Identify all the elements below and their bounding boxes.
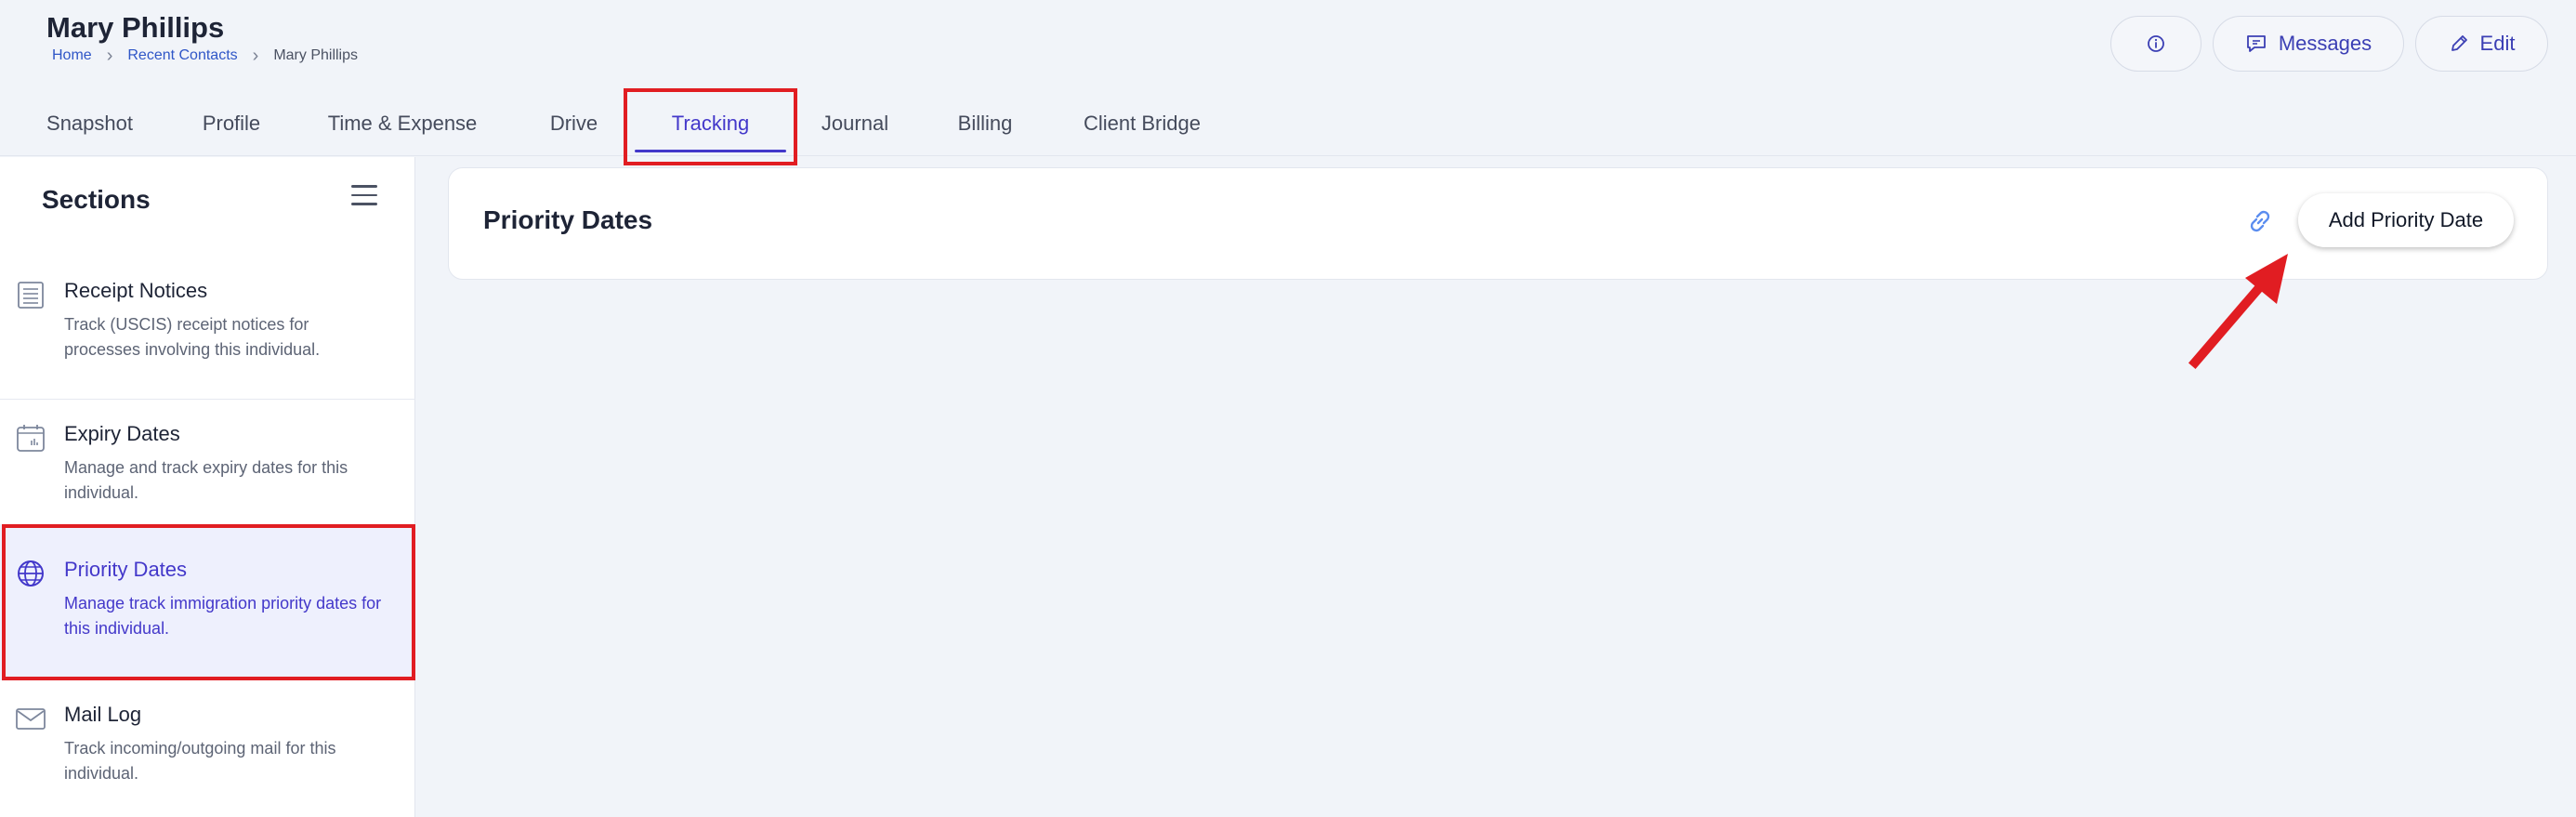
tracking-highlight-box — [624, 88, 797, 165]
section-priority-dates[interactable]: Priority Dates Manage track immigration … — [0, 524, 415, 680]
tab-snapshot[interactable]: Snapshot — [22, 91, 157, 156]
section-label: Receipt Notices — [64, 279, 208, 302]
sections-sidebar: Sections Receipt Notices Track (USCIS) r… — [0, 157, 415, 817]
breadcrumb-home-link[interactable]: Home — [52, 47, 92, 64]
section-expiry-dates[interactable]: Expiry Dates Manage and track expiry dat… — [0, 400, 415, 543]
add-priority-date-button[interactable]: Add Priority Date — [2298, 193, 2514, 247]
chevron-right-icon: › — [106, 46, 113, 66]
calendar-icon — [17, 425, 45, 452]
pencil-icon — [2451, 35, 2467, 51]
section-receipt-notices[interactable]: Receipt Notices Track (USCIS) receipt no… — [0, 257, 415, 400]
section-label: Mail Log — [64, 703, 142, 726]
breadcrumb-recent-contacts-link[interactable]: Recent Contacts — [127, 47, 237, 64]
tab-tracking[interactable]: Tracking — [624, 88, 797, 165]
breadcrumb: Home › Recent Contacts › Mary Phillips — [52, 46, 358, 66]
section-mail-log[interactable]: Mail Log Track incoming/outgoing mail fo… — [0, 680, 415, 817]
section-description: Manage and track expiry dates for this i… — [64, 458, 348, 502]
section-label: Expiry Dates — [64, 422, 180, 445]
page-header: Mary Phillips Home › Recent Contacts › M… — [0, 0, 2576, 165]
tab-billing[interactable]: Billing — [939, 91, 1032, 156]
info-button[interactable] — [2110, 16, 2201, 72]
info-icon — [2148, 35, 2164, 52]
tab-time-expense[interactable]: Time & Expense — [309, 91, 496, 156]
sidebar-title: Sections — [42, 185, 151, 214]
edit-button[interactable]: Edit — [2415, 16, 2548, 72]
section-description: Track incoming/outgoing mail for this in… — [64, 739, 336, 783]
messages-button-label: Messages — [2278, 32, 2372, 55]
tab-client-bridge[interactable]: Client Bridge — [1067, 91, 1217, 156]
tab-journal[interactable]: Journal — [807, 91, 903, 156]
document-list-icon — [18, 282, 44, 309]
annotation-arrow — [2188, 254, 2288, 370]
priority-dates-highlight-box — [2, 524, 415, 680]
tab-profile[interactable]: Profile — [177, 91, 286, 156]
link-icon[interactable] — [2242, 204, 2278, 239]
contact-name: Mary Phillips — [46, 11, 225, 44]
section-description: Track (USCIS) receipt notices for proces… — [64, 315, 321, 359]
card-title: Priority Dates — [483, 205, 653, 234]
message-icon — [2246, 35, 2266, 52]
envelope-icon — [16, 708, 46, 730]
breadcrumb-current: Mary Phillips — [273, 47, 358, 63]
header-actions: Messages Edit — [2110, 16, 2548, 72]
chevron-right-icon: › — [252, 46, 259, 66]
messages-button[interactable]: Messages — [2213, 16, 2404, 72]
tab-drive[interactable]: Drive — [520, 91, 627, 156]
hamburger-icon[interactable] — [351, 185, 377, 207]
edit-button-label: Edit — [2479, 32, 2516, 55]
